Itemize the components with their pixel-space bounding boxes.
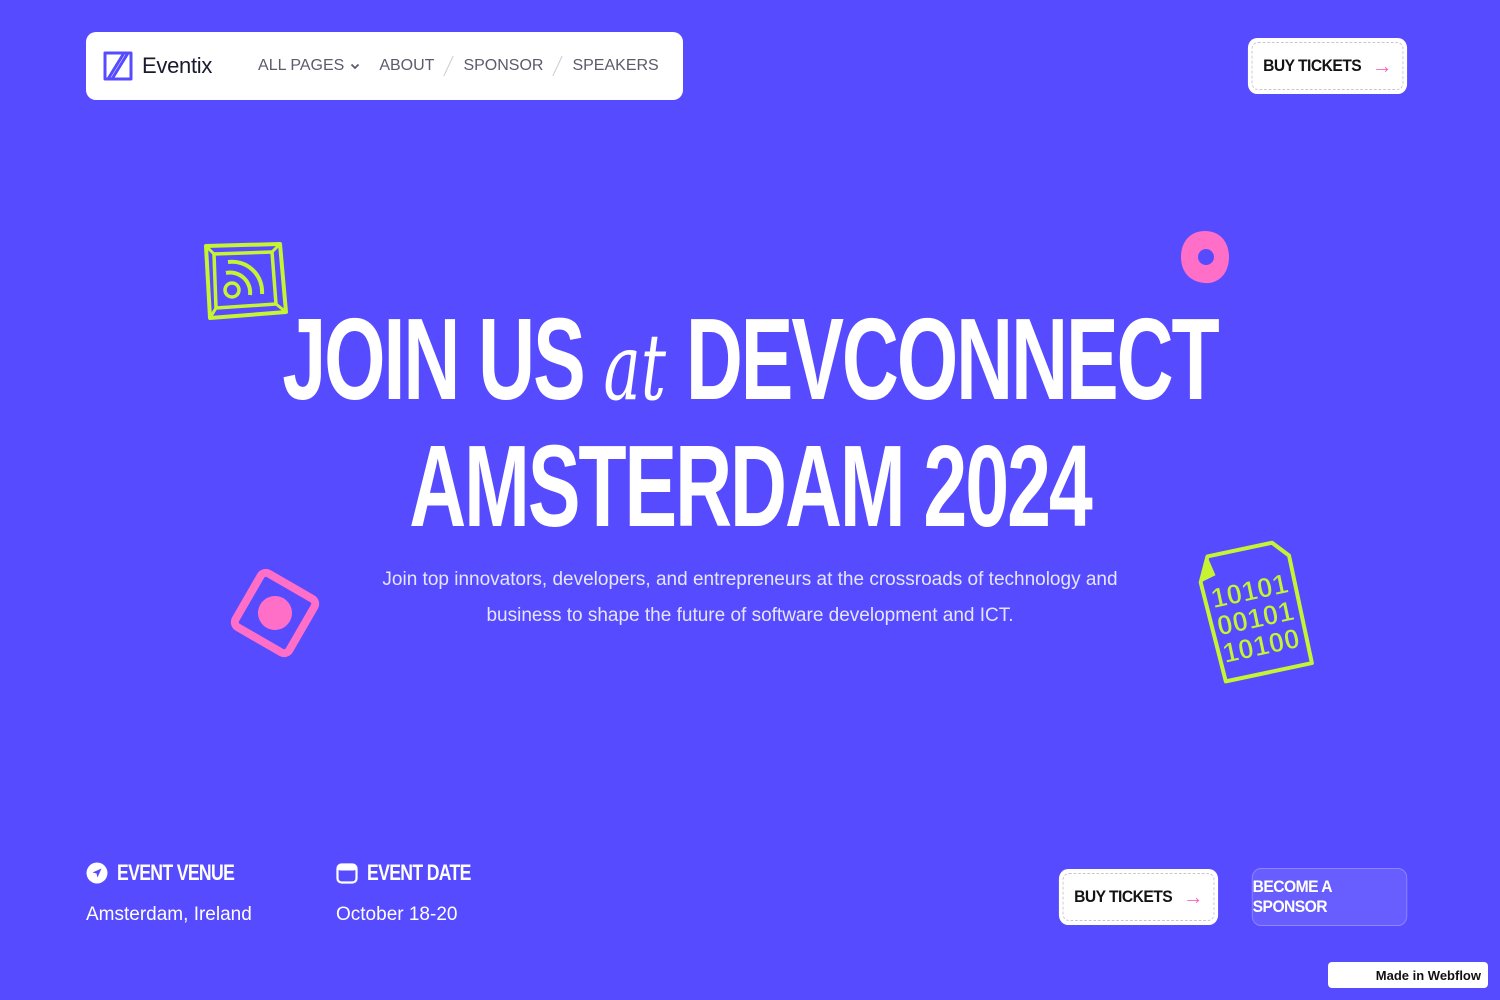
nav-divider: [443, 55, 455, 77]
badge-label: Made in Webflow: [1375, 967, 1481, 983]
nav-links: ALL PAGES ABOUT SPONSOR SPEAKERS: [258, 55, 659, 77]
hero-title-part: JOIN US: [282, 294, 585, 424]
calendar-icon: [336, 863, 358, 884]
nav-item-speakers[interactable]: SPEAKERS: [572, 57, 658, 75]
nav-item-all-pages[interactable]: ALL PAGES: [258, 57, 361, 75]
become-sponsor-button[interactable]: BECOME A SPONSOR: [1251, 868, 1408, 926]
buy-tickets-button[interactable]: BUY TICKETS →: [1058, 869, 1219, 925]
hero-title-part: DEVCONNECT: [685, 294, 1220, 424]
header-buy-tickets-button[interactable]: BUY TICKETS →: [1247, 38, 1408, 94]
brand-logo[interactable]: Eventix: [102, 50, 212, 82]
binary-file-icon: 10101 00101 10100: [1198, 540, 1314, 684]
nav-bar: Eventix ALL PAGES ABOUT SPONSOR SPEAKERS: [86, 32, 683, 100]
button-label: BUY TICKETS: [1263, 56, 1362, 75]
made-in-webflow-badge[interactable]: Made in Webflow: [1328, 962, 1488, 988]
event-date-label: EVENT DATE: [367, 860, 471, 885]
button-label: BECOME A SPONSOR: [1252, 877, 1332, 916]
event-venue-label: EVENT VENUE: [117, 860, 235, 885]
nav-divider: [552, 55, 564, 77]
eventix-logo-icon: [103, 51, 133, 81]
event-date-value: October 18-20: [336, 904, 458, 925]
location-pin-icon: [86, 862, 108, 884]
nav-item-sponsor[interactable]: SPONSOR: [463, 57, 543, 75]
event-date: EVENT DATE October 18-20: [336, 860, 497, 926]
button-label: BUY TICKETS: [1074, 887, 1173, 906]
hero-title-line-1: JOIN US at DEVCONNECT: [240, 300, 1260, 427]
pink-diamond-icon: [230, 568, 320, 658]
nav-item-about[interactable]: ABOUT: [379, 57, 434, 75]
chevron-down-icon: [351, 63, 360, 70]
hero-title: JOIN US at DEVCONNECT AMSTERDAM 2024: [0, 300, 1500, 545]
arrow-right-icon: →: [1372, 53, 1392, 78]
pink-ring-icon: [1181, 231, 1229, 284]
event-venue-value: Amsterdam, Ireland: [86, 904, 252, 925]
event-venue: EVENT VENUE Amsterdam, Ireland: [86, 860, 263, 926]
nav-item-label: ALL PAGES: [258, 57, 345, 74]
arrow-right-icon: →: [1183, 884, 1203, 909]
hero-title-accent: at: [603, 314, 666, 421]
brand-name: Eventix: [142, 53, 213, 78]
hero-subtitle: Join top innovators, developers, and ent…: [382, 569, 1118, 626]
hero-title-line-2: AMSTERDAM 2024: [409, 421, 1093, 551]
